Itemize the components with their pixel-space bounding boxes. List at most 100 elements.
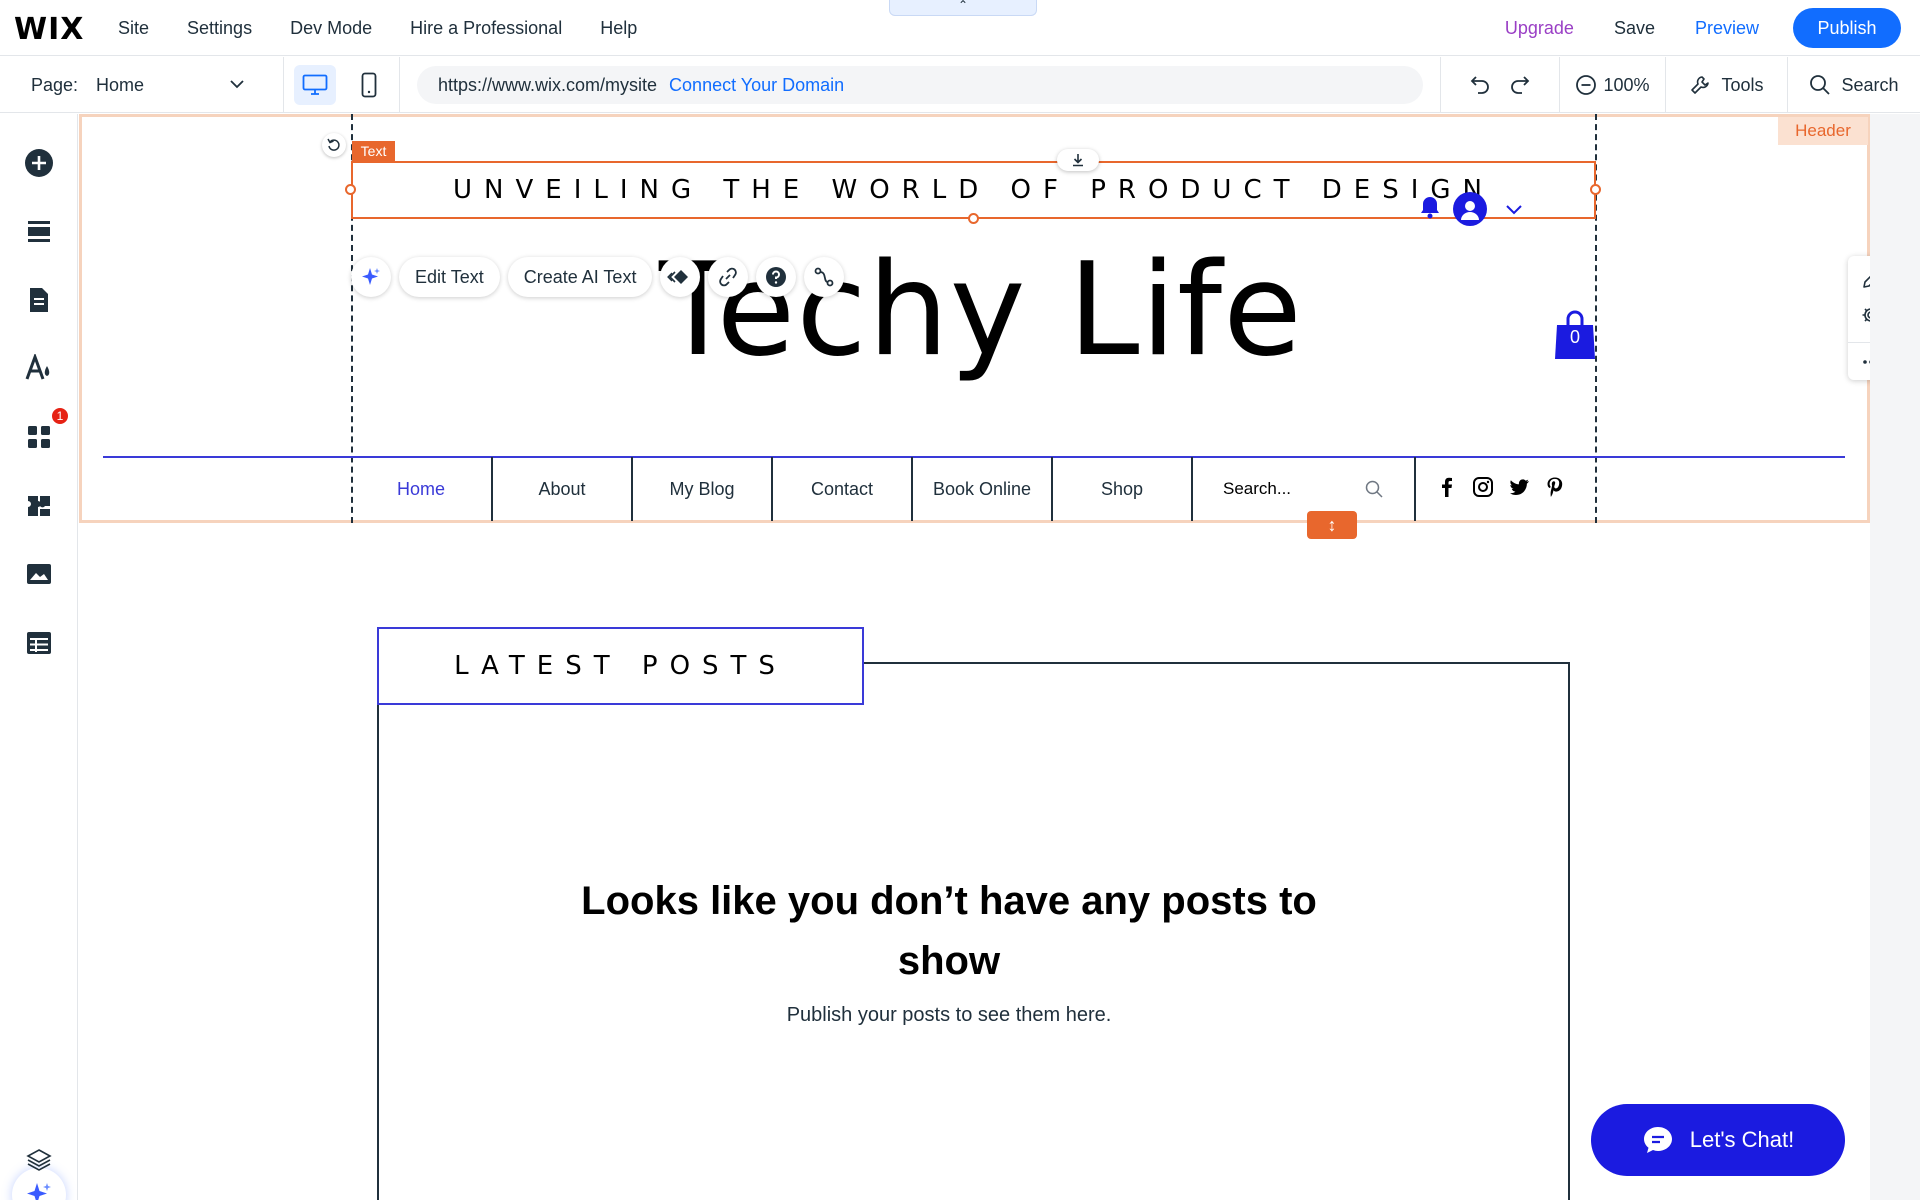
link-button[interactable] (708, 257, 749, 297)
page-label: Page: (31, 74, 79, 95)
connect-domain-link[interactable]: Connect Your Domain (669, 75, 844, 96)
add-elements-icon (25, 149, 53, 177)
tools-label: Tools (1721, 74, 1764, 95)
menu-help[interactable]: Help (600, 18, 637, 39)
instagram-icon[interactable] (1472, 476, 1494, 503)
member-menu-chevron-icon[interactable] (1505, 202, 1523, 221)
resize-handle-right[interactable] (1590, 184, 1601, 195)
connect-data-icon (815, 267, 834, 287)
design-button[interactable] (19, 348, 59, 388)
gear-icon[interactable] (1859, 303, 1870, 327)
twitter-icon[interactable] (1508, 476, 1530, 503)
wix-logo[interactable]: WIX (14, 12, 84, 47)
mobile-view-button[interactable] (348, 65, 390, 105)
user-icon (1461, 201, 1479, 220)
mobile-icon (361, 72, 377, 98)
stretch-handle[interactable] (1057, 149, 1099, 171)
page-value: Home (96, 74, 145, 95)
resize-handle-bottom[interactable] (968, 213, 979, 224)
resize-handle-left[interactable] (345, 184, 356, 195)
text-floating-toolbar: Edit Text Create AI Text (351, 256, 852, 298)
notifications-bell-icon[interactable] (1419, 195, 1441, 224)
save-button[interactable]: Save (1614, 18, 1655, 39)
pinterest-icon[interactable] (1544, 476, 1566, 503)
apps-badge: 1 (50, 406, 70, 426)
publish-button[interactable]: Publish (1793, 8, 1901, 48)
edit-text-button[interactable]: Edit Text (399, 257, 500, 297)
site-search-placeholder: Search... (1223, 479, 1292, 498)
editor-canvas: Header Text UNVEILING THE WORLD OF PRODU… (79, 114, 1870, 1200)
desktop-view-button[interactable] (294, 65, 336, 105)
wrench-icon (1691, 76, 1710, 94)
nav-my-blog[interactable]: My Blog (631, 457, 771, 521)
left-rail: 1 (0, 114, 78, 1200)
zoom-control[interactable]: 100% (1560, 57, 1666, 113)
menu-dev-mode[interactable]: Dev Mode (290, 18, 372, 39)
nav-shop[interactable]: Shop (1051, 457, 1191, 521)
collapse-topbar-button[interactable]: ⌃ (889, 0, 1037, 16)
page-selector[interactable]: Page: Home (0, 57, 284, 113)
preview-button[interactable]: Preview (1695, 18, 1759, 39)
nav-home[interactable]: Home (351, 457, 491, 521)
business-button[interactable] (19, 486, 59, 526)
header-section-tag[interactable]: Header (1778, 117, 1868, 145)
layers-button[interactable] (19, 1140, 59, 1180)
editor-search-label: Search (1841, 74, 1899, 95)
download-arrow-icon (1073, 154, 1083, 167)
nav-about[interactable]: About (491, 457, 631, 521)
lets-chat-button[interactable]: Let's Chat! (1591, 1104, 1845, 1176)
side-panel-divider (1848, 342, 1870, 343)
upgrade-link[interactable]: Upgrade (1505, 18, 1574, 39)
design-icon (25, 354, 50, 380)
element-side-panel (1848, 256, 1870, 380)
editor-toolbar: Page: Home https://www.wix.com/mysite Co… (0, 57, 1920, 113)
sparkle-icon (27, 1183, 51, 1200)
help-icon (766, 267, 787, 287)
social-bar (1416, 457, 1566, 521)
text-element-tag[interactable]: Text (352, 141, 395, 161)
media-icon (27, 564, 51, 584)
nav-book-online[interactable]: Book Online (911, 457, 1051, 521)
help-button[interactable] (756, 257, 797, 297)
undo-icon[interactable] (1469, 72, 1491, 99)
zoom-value: 100% (1603, 74, 1650, 95)
add-elements-button[interactable] (19, 143, 59, 183)
redo-icon[interactable] (1509, 72, 1531, 99)
latest-posts-title[interactable]: LATEST POSTS (377, 627, 864, 705)
editor-search-button[interactable]: Search (1788, 57, 1920, 113)
section-resize-handle[interactable]: ↕ (1307, 511, 1357, 539)
connect-data-button[interactable] (804, 257, 845, 297)
pencil-icon[interactable] (1859, 268, 1870, 292)
menu-site[interactable]: Site (118, 18, 149, 39)
undo-redo-group (1440, 57, 1560, 113)
more-options-icon[interactable] (1859, 350, 1870, 374)
pages-icon (30, 288, 48, 312)
sections-icon (28, 221, 50, 242)
cart-count: 0 (1569, 327, 1580, 347)
sections-button[interactable] (19, 211, 59, 251)
menu-settings[interactable]: Settings (187, 18, 252, 39)
site-url: https://www.wix.com/mysite (438, 74, 658, 95)
sparkle-icon (362, 268, 380, 285)
apps-icon (28, 426, 50, 448)
selection-box (351, 161, 1596, 219)
member-avatar[interactable] (1453, 192, 1487, 226)
pages-button[interactable] (19, 280, 59, 320)
site-search-input[interactable]: Search... (1191, 457, 1416, 521)
nav-contact[interactable]: Contact (771, 457, 911, 521)
ai-text-button[interactable] (351, 257, 391, 297)
top-actions: Upgrade Save Preview Publish (1505, 0, 1920, 56)
search-icon (1364, 479, 1384, 504)
device-switcher (284, 57, 400, 113)
reset-rotation-icon[interactable] (322, 133, 346, 157)
media-button[interactable] (19, 554, 59, 594)
zoom-out-icon (1576, 75, 1597, 95)
tools-button[interactable]: Tools (1666, 57, 1788, 113)
toolbar-right: 100% Tools Search (1440, 57, 1920, 113)
top-menu: Site Settings Dev Mode Hire a Profession… (118, 0, 675, 56)
create-ai-text-button[interactable]: Create AI Text (507, 257, 653, 297)
animation-button[interactable] (660, 257, 701, 297)
menu-hire-professional[interactable]: Hire a Professional (410, 18, 562, 39)
cms-button[interactable] (19, 623, 59, 663)
facebook-icon[interactable] (1436, 476, 1458, 503)
